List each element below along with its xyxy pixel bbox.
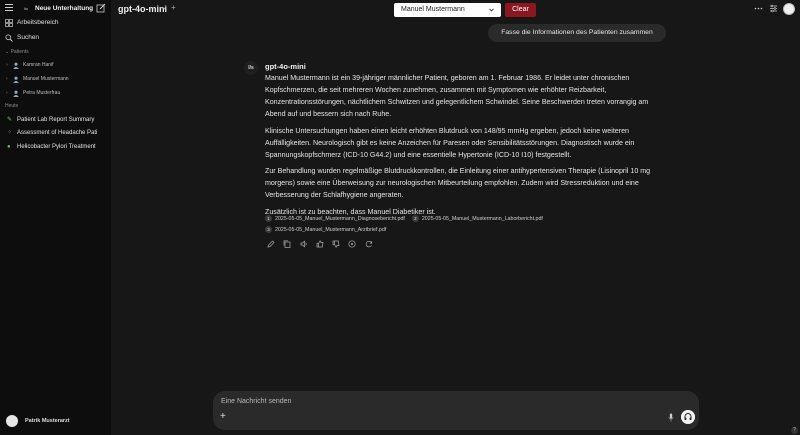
chat-history-label: Patient Lab Report Summary xyxy=(17,116,95,123)
sidebar-item-search[interactable]: Suchen xyxy=(5,32,39,43)
settings-sliders-icon[interactable] xyxy=(769,4,778,13)
speaker-icon[interactable] xyxy=(300,240,308,248)
today-section: Heute xyxy=(5,103,19,109)
search-icon xyxy=(5,33,13,42)
model-selector[interactable]: gpt-4o-mini xyxy=(118,3,167,15)
source-citation[interactable]: 2 2025-05-05_Manuel_Mustermann_Laborberi… xyxy=(411,215,543,222)
citation-number: 2 xyxy=(411,215,419,222)
message-paragraph: Zur Behandlung wurden regelmäßige Blutdr… xyxy=(265,167,651,199)
patients-section[interactable]: ⌄ Patients xyxy=(5,49,29,55)
thumbs-up-icon[interactable] xyxy=(316,240,324,248)
source-citation[interactable]: 3 2025-05-05_Manuel_Mustermann_Arztbrief… xyxy=(265,226,386,233)
message-composer[interactable]: Eine Nachricht senden + xyxy=(213,391,699,430)
chat-history-label: Helicobacter Pylori Treatment xyxy=(17,143,96,150)
message-actions xyxy=(267,240,373,248)
sidebar-item-label: Suchen xyxy=(17,34,40,41)
patient-select[interactable]: Manuel Mustermann xyxy=(394,3,501,17)
grid-icon xyxy=(5,18,13,27)
sidebar-item-label: Arbeitsbereich xyxy=(17,19,59,26)
patient-name: Petra Musterfrau xyxy=(23,90,61,96)
sparkle-icon: ⁘ xyxy=(7,130,13,136)
chevron-down-icon: ⌄ xyxy=(5,49,10,55)
pencil-icon: ✎ xyxy=(7,117,13,123)
avatar xyxy=(6,415,18,427)
sources-row: 3 2025-05-05_Manuel_Mustermann_Arztbrief… xyxy=(265,226,393,233)
plus-icon[interactable]: + xyxy=(220,412,226,422)
patient-select-value: Manuel Mustermann xyxy=(401,6,465,13)
app-logo: Itu xyxy=(23,6,29,11)
user-message: Fasse die Informationen des Patienten zu… xyxy=(488,24,666,42)
pill-icon: ● xyxy=(7,143,11,150)
assistant-message: Manuel Mustermann ist ein 39-jähriger mä… xyxy=(265,72,665,222)
user-icon xyxy=(13,62,19,69)
assistant-name: gpt-4o-mini xyxy=(265,62,306,71)
message-input[interactable]: Eine Nachricht senden xyxy=(221,398,291,405)
help-button[interactable]: ? xyxy=(791,427,798,434)
info-icon[interactable] xyxy=(348,240,357,248)
source-citation[interactable]: 1 2025-05-05_Manuel_Mustermann_Diagnoseb… xyxy=(265,215,405,222)
sidebar-toggle-icon[interactable] xyxy=(5,4,13,13)
regenerate-icon[interactable] xyxy=(365,240,373,248)
new-chat-icon[interactable] xyxy=(96,3,106,13)
add-model-icon[interactable]: + xyxy=(171,3,176,12)
message-paragraph: Manuel Mustermann ist ein 39-jähriger mä… xyxy=(265,74,649,118)
edit-icon[interactable] xyxy=(267,240,275,248)
microphone-icon[interactable] xyxy=(668,413,674,422)
patient-item[interactable]: › Kamran Hanif xyxy=(6,60,54,70)
chat-history-label: Assessment of Headache Pati xyxy=(17,129,98,136)
clear-button[interactable]: Clear xyxy=(505,3,536,17)
assistant-avatar: I/s xyxy=(244,61,258,75)
patient-item[interactable]: › Petra Musterfrau xyxy=(6,88,60,98)
sources-row: 1 2025-05-05_Manuel_Mustermann_Diagnoseb… xyxy=(265,215,550,222)
copy-icon[interactable] xyxy=(283,240,291,248)
user-icon xyxy=(13,76,19,83)
source-file: 2025-05-05_Manuel_Mustermann_Laborberich… xyxy=(421,215,543,222)
user-profile[interactable]: Patrik Musterarzt xyxy=(6,415,70,427)
citation-number: 3 xyxy=(265,226,272,233)
source-file: 2025-05-05_Manuel_Mustermann_Arztbrief.p… xyxy=(275,226,387,233)
sidebar-item-workspace[interactable]: Arbeitsbereich xyxy=(5,17,59,28)
chat-history-item[interactable]: ✎ Patient Lab Report Summary xyxy=(7,114,94,125)
message-paragraph: Klinische Untersuchungen haben einen lei… xyxy=(265,126,635,159)
patients-section-label: Patients xyxy=(10,49,29,55)
patient-item[interactable]: › Manuel Mustermann xyxy=(6,74,69,84)
user-icon xyxy=(13,90,19,97)
chat-history-item[interactable]: ● Helicobacter Pylori Treatment xyxy=(7,141,96,152)
patient-name: Kamran Hanif xyxy=(23,62,54,68)
chevron-down-icon xyxy=(489,8,494,12)
chat-history-item[interactable]: ⁘ Assessment of Headache Pati xyxy=(7,127,97,138)
chevron-down-icon[interactable] xyxy=(161,5,167,11)
new-chat-label[interactable]: Neue Unterhaltung xyxy=(35,4,93,13)
more-options-icon[interactable] xyxy=(754,4,763,13)
patient-name: Manuel Mustermann xyxy=(23,76,69,82)
source-file: 2025-05-05_Manuel_Mustermann_Diagnoseber… xyxy=(275,215,405,222)
voice-mode-icon[interactable] xyxy=(681,410,695,424)
user-name: Patrik Musterarzt xyxy=(25,418,70,424)
sidebar-top: Itu Neue Unterhaltung xyxy=(0,0,111,17)
thumbs-down-icon[interactable] xyxy=(332,240,340,248)
citation-number: 1 xyxy=(265,215,272,222)
avatar[interactable] xyxy=(783,3,795,15)
sidebar: Itu Neue Unterhaltung Arbeitsbereich Suc… xyxy=(0,0,111,435)
